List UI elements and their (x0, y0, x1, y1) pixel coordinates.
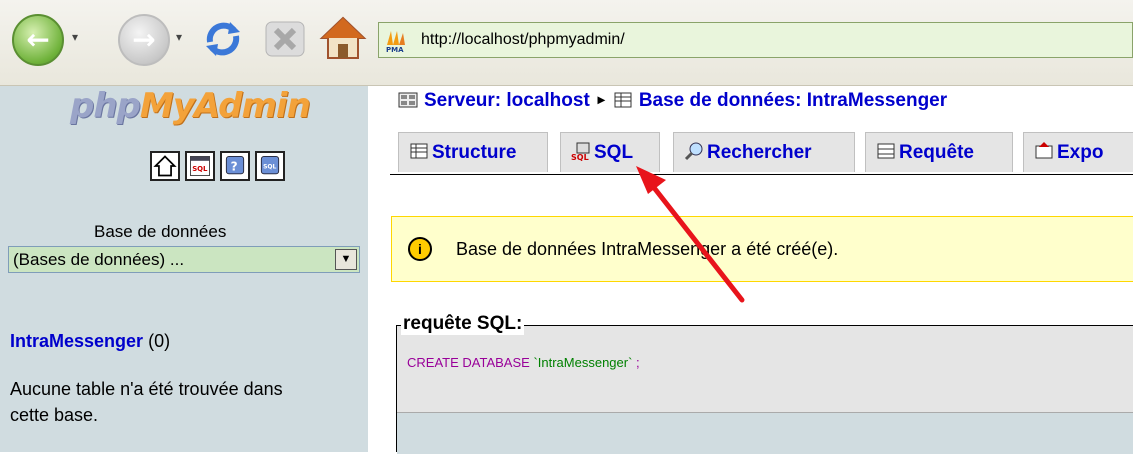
tab-search[interactable]: Rechercher (673, 132, 855, 172)
breadcrumb-server[interactable]: Serveur: localhost (424, 90, 590, 111)
back-history-dropdown[interactable]: ▾ (72, 30, 78, 44)
tab-query-label: Requête (899, 142, 974, 163)
tab-export-label: Expo (1057, 142, 1104, 163)
notice-message: Base de données IntraMessenger a été cré… (456, 239, 839, 259)
export-icon (1035, 142, 1053, 159)
database-icon (614, 92, 632, 108)
sql-query-legend: requête SQL: (401, 313, 525, 335)
structure-icon (410, 143, 428, 159)
database-select-value: (Bases de données) ... (13, 250, 185, 269)
logo-myadmin-text: MyAdmin (139, 86, 311, 126)
success-notice: i Base de données IntraMessenger a été c… (391, 216, 1133, 282)
frame-divider[interactable] (368, 86, 378, 452)
tab-query[interactable]: Requête (865, 132, 1013, 172)
svg-text:SQL: SQL (571, 153, 589, 161)
address-bar[interactable]: PMA http://localhost/phpmyadmin/ (378, 22, 1133, 58)
tab-search-label: Rechercher (707, 142, 812, 163)
back-arrow-icon: ← (26, 23, 50, 56)
home-icon[interactable] (150, 151, 180, 181)
phpmyadmin-favicon-icon: PMA (386, 31, 405, 53)
logo-php-text: php (70, 86, 141, 126)
sql-keyword: CREATE DATABASE (407, 355, 530, 370)
magnifier-icon (684, 142, 703, 161)
breadcrumb: Serveur: localhost ▸ Base de données: Int… (398, 90, 947, 112)
database-name[interactable]: IntraMessenger (10, 331, 143, 351)
tab-sql[interactable]: SQL SQL (560, 132, 660, 172)
navigation-frame: phpMyAdmin SQL ? SQL Base de données (Ba… (0, 86, 368, 452)
svg-text:?: ? (231, 159, 238, 173)
forward-button[interactable]: → (118, 14, 170, 66)
database-select[interactable]: (Bases de données) ... ▼ (8, 246, 360, 273)
forward-arrow-icon: → (132, 23, 156, 56)
back-button[interactable]: ← (12, 14, 64, 66)
table-count: (0) (148, 331, 171, 351)
database-link[interactable]: IntraMessenger (0) (10, 331, 170, 352)
home-icon[interactable] (318, 14, 368, 64)
browser-toolbar: ← ▾ → ▾ PMA http://localhost/phpmyadmin/ (0, 0, 1133, 86)
svg-text:PMA: PMA (386, 46, 404, 53)
sql-icon: SQL (571, 142, 590, 161)
sql-query-box: requête SQL: CREATE DATABASE `IntraMesse… (396, 313, 1133, 454)
chevron-down-icon[interactable]: ▼ (335, 249, 357, 270)
tab-structure[interactable]: Structure (398, 132, 548, 172)
sql-documentation-icon[interactable]: SQL (255, 151, 285, 181)
documentation-icon[interactable]: ? (220, 151, 250, 181)
tab-structure-label: Structure (432, 142, 517, 163)
svg-text:SQL: SQL (263, 164, 276, 171)
no-tables-message: Aucune table n'a été trouvée dans cette … (10, 379, 283, 425)
tab-sql-label: SQL (594, 142, 634, 163)
url-text: http://localhost/phpmyadmin/ (421, 31, 625, 48)
tab-bar: Structure SQL SQL Rechercher Requête Exp… (390, 132, 1133, 175)
svg-text:SQL: SQL (192, 165, 208, 173)
sql-identifier: `IntraMessenger` (533, 355, 633, 370)
sql-query-text: CREATE DATABASE `IntraMessenger` ; (407, 355, 640, 370)
tab-export[interactable]: Expo (1023, 132, 1133, 172)
database-label: Base de données (94, 222, 227, 241)
forward-history-dropdown[interactable]: ▾ (176, 30, 182, 44)
sql-options-bar (397, 412, 1133, 454)
query-window-icon[interactable]: SQL (185, 151, 215, 181)
phpmyadmin-logo[interactable]: phpMyAdmin (70, 86, 311, 126)
info-icon: i (408, 237, 432, 261)
query-icon (877, 143, 895, 159)
breadcrumb-separator: ▸ (597, 91, 605, 107)
stop-icon[interactable] (262, 16, 308, 62)
sql-terminator: ; (636, 355, 640, 370)
refresh-icon[interactable] (200, 16, 246, 62)
breadcrumb-database[interactable]: Base de données: IntraMessenger (639, 90, 947, 111)
server-icon (398, 92, 418, 108)
